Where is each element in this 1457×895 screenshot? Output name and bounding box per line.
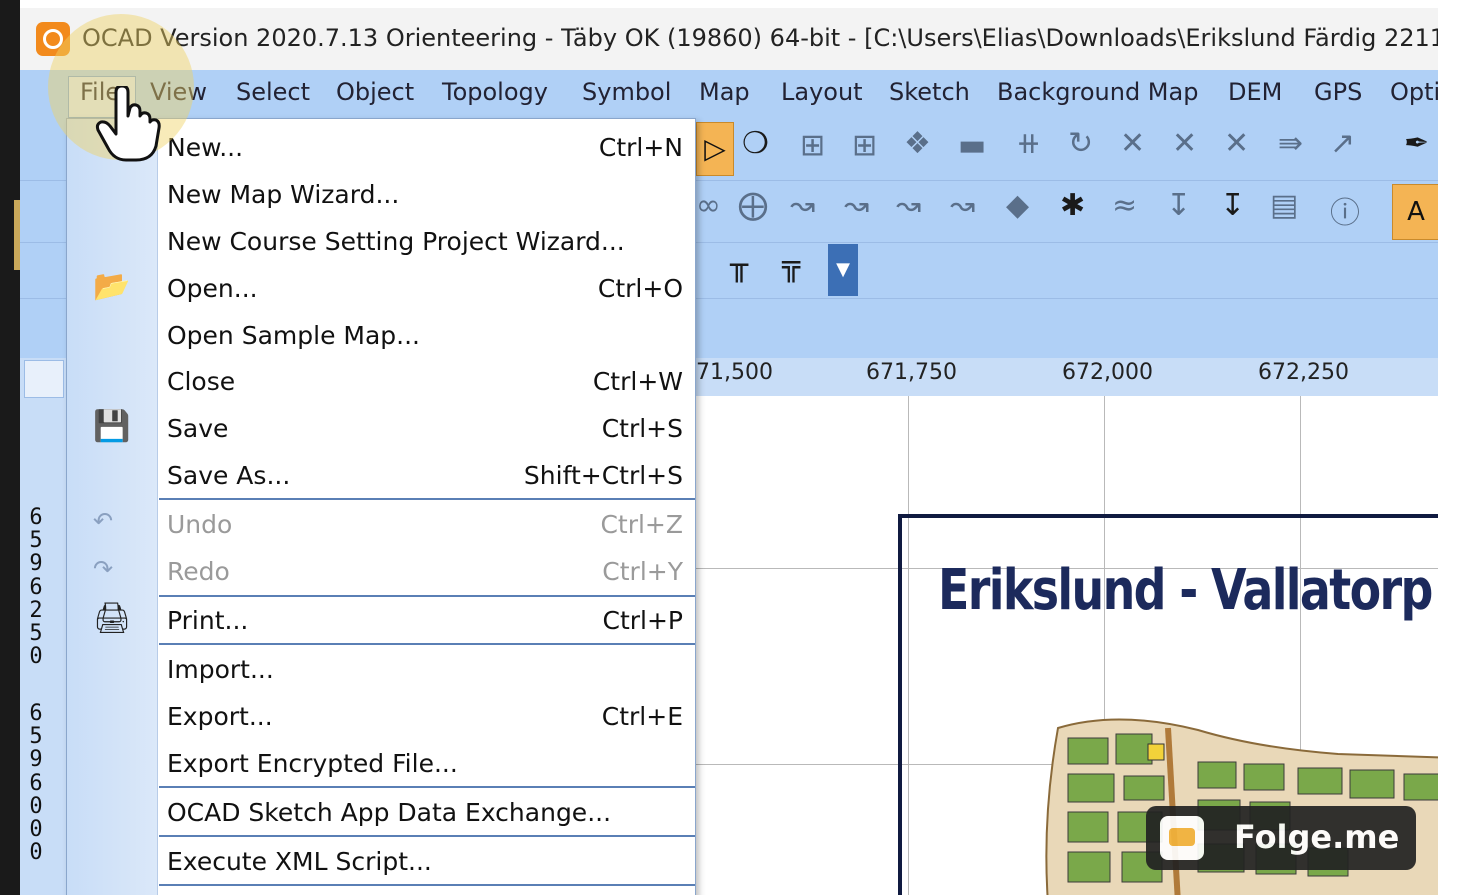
eraser-icon[interactable]: ◆ (1006, 188, 1029, 223)
rotate-icon[interactable]: ↻ (1068, 126, 1093, 161)
printer-icon: 🖨 (93, 601, 132, 636)
shortcut-undo: Ctrl+Z (600, 510, 683, 539)
menu-topology[interactable]: Topology (442, 78, 548, 106)
dash-point-icon[interactable]: ❖ (904, 126, 931, 161)
file-menu-dropdown: New... Ctrl+N New Map Wizard... New Cour… (66, 118, 696, 895)
menu-item-save[interactable]: Save (167, 414, 228, 443)
table-left-icon[interactable]: ╥ (730, 248, 748, 283)
shortcut-print: Ctrl+P (602, 606, 683, 635)
menu-item-execute-xml[interactable]: Execute XML Script... (167, 847, 432, 876)
measure-icon[interactable]: ▤ (1270, 188, 1298, 223)
smooth-icon[interactable]: ↗ (1330, 126, 1355, 161)
menu-separator (159, 498, 695, 500)
table-grid-icon[interactable]: ╦ (782, 248, 800, 283)
desktop-edge (0, 0, 20, 895)
cut-hole-icon[interactable]: ✕ (1172, 126, 1197, 161)
shortcut-open: Ctrl+O (597, 274, 683, 303)
floppy-disk-icon: 💾 (93, 409, 131, 444)
info-icon[interactable]: ⓘ (1330, 188, 1360, 232)
menu-item-open-sample-map[interactable]: Open Sample Map... (167, 321, 420, 350)
reshape-icon[interactable]: ∞ (696, 188, 721, 223)
vruler-label: 6596250 (29, 505, 43, 670)
ruler-label: 71,500 (696, 360, 773, 385)
stairs-icon[interactable]: ≈ (1112, 188, 1137, 223)
menu-item-open[interactable]: Open... (167, 274, 258, 303)
ruler-label: 672,000 (1062, 360, 1153, 385)
menu-background-map[interactable]: Background Map (997, 78, 1198, 106)
ruler-label: 672,250 (1258, 360, 1349, 385)
menu-symbol[interactable]: Symbol (582, 78, 671, 106)
straighten-icon[interactable]: ⧺ (1016, 126, 1041, 161)
ruler-label: 671,750 (866, 360, 957, 385)
folge-logo-icon (1160, 816, 1204, 860)
menu-item-redo: Redo (167, 557, 230, 586)
add-vertex-icon[interactable]: ⊞ (800, 128, 825, 163)
step-down-icon[interactable]: ↧ (1166, 188, 1191, 223)
undo-icon: ↶ (93, 507, 114, 535)
menu-item-sketch-exchange[interactable]: OCAD Sketch App Data Exchange... (167, 798, 611, 827)
folge-text: Folge.me (1234, 818, 1400, 856)
menu-map[interactable]: Map (699, 78, 750, 106)
menu-separator (159, 643, 695, 645)
step-down-bold-icon[interactable]: ↧ (1220, 188, 1245, 223)
menu-item-import[interactable]: Import... (167, 655, 274, 684)
select-tool-icon[interactable]: ▷ (696, 122, 734, 176)
shortcut-redo: Ctrl+Y (602, 557, 683, 586)
fill-icon[interactable]: ↝ (896, 188, 921, 223)
menu-item-print[interactable]: Print... (167, 606, 248, 635)
menu-item-close[interactable]: Close (167, 367, 235, 396)
ruler-corner (24, 360, 64, 398)
title-bar: OCAD Version 2020.7.13 Orienteering - Tä… (20, 8, 1438, 70)
menu-item-new[interactable]: New... (167, 133, 243, 162)
cut-icon[interactable]: ✕ (1120, 126, 1145, 161)
redo-icon: ↷ (93, 555, 114, 583)
shortcut-new: Ctrl+N (598, 133, 683, 162)
menu-options[interactable]: Opti (1390, 78, 1438, 106)
folge-watermark: Folge.me (1146, 806, 1416, 870)
menu-separator (159, 884, 695, 886)
menu-item-export-encrypted[interactable]: Export Encrypted File... (167, 749, 458, 778)
window-title: OCAD Version 2020.7.13 Orienteering - Tä… (82, 24, 1438, 52)
menu-object[interactable]: Object (336, 78, 414, 106)
add-corner-icon[interactable]: ⊞ (852, 128, 877, 163)
shortcut-close: Ctrl+W (592, 367, 683, 396)
remove-vertex-icon[interactable]: ▬ (958, 128, 986, 163)
vruler-label: 6596000 (29, 701, 43, 866)
menu-item-save-as[interactable]: Save As... (167, 461, 290, 490)
open-folder-icon: 📂 (93, 269, 131, 304)
shortcut-save: Ctrl+S (601, 414, 683, 443)
menu-separator (159, 595, 695, 597)
ocad-window: OCAD Version 2020.7.13 Orienteering - Tä… (20, 8, 1438, 895)
menu-sketch[interactable]: Sketch (889, 78, 970, 106)
lasso-tool-icon[interactable]: ❍ (742, 126, 769, 161)
join-icon[interactable]: ↝ (844, 188, 869, 223)
map-title: Erikslund - Vallatorp (938, 558, 1433, 623)
convert-icon[interactable]: ↝ (950, 188, 975, 223)
menu-select[interactable]: Select (236, 78, 310, 106)
menu-item-new-map-wizard[interactable]: New Map Wizard... (167, 180, 399, 209)
text-tool-icon[interactable]: A (1392, 184, 1438, 240)
hand-pointer-icon (95, 86, 161, 162)
menu-item-new-course-wizard[interactable]: New Course Setting Project Wizard... (167, 227, 625, 256)
hatch-icon[interactable]: ⨁ (738, 188, 768, 223)
menu-gps[interactable]: GPS (1314, 78, 1362, 106)
menu-item-undo: Undo (167, 510, 233, 539)
menu-dem[interactable]: DEM (1228, 78, 1282, 106)
shortcut-save-as: Shift+Ctrl+S (523, 461, 683, 490)
menu-item-export[interactable]: Export... (167, 702, 273, 731)
draw-freehand-icon[interactable]: ✒ (1404, 126, 1429, 161)
toolbar-dropdown-button[interactable]: ▼ (828, 244, 858, 296)
symbol-tool-icon[interactable]: ✱ (1060, 188, 1085, 223)
line-gradient-icon[interactable]: ↝ (790, 188, 815, 223)
shortcut-export: Ctrl+E (601, 702, 683, 731)
menu-layout[interactable]: Layout (781, 78, 863, 106)
cut-area-icon[interactable]: ✕ (1224, 126, 1249, 161)
merge-icon[interactable]: ⇛ (1278, 126, 1303, 161)
menu-separator (159, 835, 695, 837)
menu-separator (159, 786, 695, 788)
